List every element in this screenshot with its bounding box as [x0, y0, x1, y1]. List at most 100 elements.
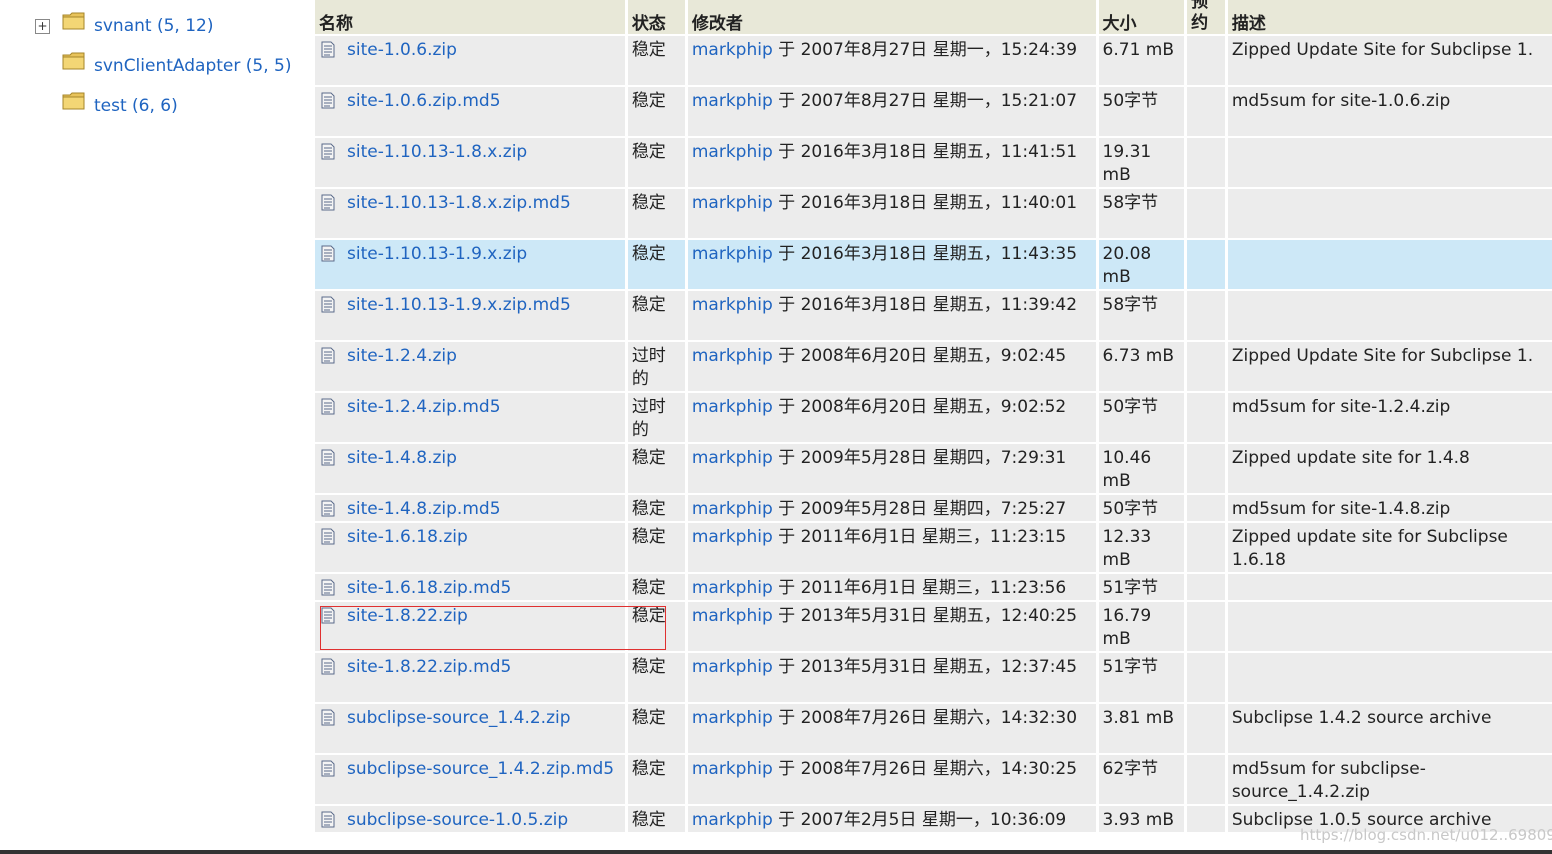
table-row[interactable]: subclipse-source_1.4.2.zip.md5 稳定 markphip…: [315, 755, 1552, 804]
file-link[interactable]: site-1.4.8.zip.md5: [347, 499, 501, 519]
table-row[interactable]: site-1.0.6.zip.md5 稳定 markphip 于 2007年8月27…: [315, 87, 1552, 136]
file-link[interactable]: site-1.10.13-1.8.x.zip: [347, 142, 527, 162]
author-link[interactable]: markphip: [692, 708, 773, 728]
modified-date: 于 2016年3月18日 星期五，11:43:35: [772, 244, 1078, 264]
header-status[interactable]: 状态: [627, 0, 685, 34]
table-row[interactable]: site-1.10.13-1.8.x.zip.md5 稳定 markphip 于 2…: [315, 189, 1552, 238]
author-link[interactable]: markphip: [692, 193, 773, 213]
header-modified-by[interactable]: 修改者: [687, 0, 1096, 34]
table-row[interactable]: subclipse-source_1.4.2.zip 稳定 markphip 于 2…: [315, 704, 1552, 753]
cell-description: [1227, 291, 1552, 340]
file-link[interactable]: site-1.6.18.zip: [347, 527, 468, 547]
cell-description: md5sum for subclipse-source_1.4.2.zip: [1227, 755, 1552, 804]
cell-status: 稳定: [627, 602, 685, 651]
file-link[interactable]: site-1.0.6.zip.md5: [347, 91, 501, 111]
cell-description: [1227, 138, 1552, 187]
file-link[interactable]: site-1.2.4.zip.md5: [347, 397, 501, 417]
tree-item-label[interactable]: svnant (5, 12): [94, 16, 213, 36]
author-link[interactable]: markphip: [692, 244, 773, 264]
file-link[interactable]: site-1.6.18.zip.md5: [347, 578, 511, 598]
cell-description: md5sum for site-1.0.6.zip: [1227, 87, 1552, 136]
author-link[interactable]: markphip: [692, 657, 773, 677]
table-row[interactable]: site-1.8.22.zip.md5 稳定 markphip 于 2013年5月3…: [315, 653, 1552, 702]
cell-reserved: [1187, 189, 1225, 238]
cell-modified: markphip 于 2016年3月18日 星期五，11:39:42: [687, 291, 1096, 340]
header-name[interactable]: 名称: [315, 0, 625, 34]
table-row[interactable]: site-1.2.4.zip.md5 过时的 markphip 于 2008年6月2…: [315, 393, 1552, 442]
author-link[interactable]: markphip: [692, 448, 773, 468]
file-link[interactable]: site-1.8.22.zip.md5: [347, 657, 511, 677]
author-link[interactable]: markphip: [692, 499, 773, 519]
cell-size: 20.08 mB: [1098, 240, 1185, 289]
cell-modified: markphip 于 2009年5月28日 星期四，7:25:27: [687, 495, 1096, 521]
table-row[interactable]: site-1.10.13-1.9.x.zip.md5 稳定 markphip 于 2…: [315, 291, 1552, 340]
table-row[interactable]: site-1.4.8.zip.md5 稳定 markphip 于 2009年5月28…: [315, 495, 1552, 521]
author-link[interactable]: markphip: [692, 527, 773, 547]
cell-size: 6.71 mB: [1098, 36, 1185, 85]
file-link[interactable]: site-1.0.6.zip: [347, 40, 457, 60]
modified-date: 于 2008年6月20日 星期五，9:02:52: [772, 397, 1067, 417]
cell-description: [1227, 602, 1552, 651]
author-link[interactable]: markphip: [692, 578, 773, 598]
author-link[interactable]: markphip: [692, 397, 773, 417]
author-link[interactable]: markphip: [692, 606, 773, 626]
file-icon: [321, 347, 335, 364]
author-link[interactable]: markphip: [692, 759, 773, 779]
header-size[interactable]: 大小: [1098, 0, 1185, 34]
author-link[interactable]: markphip: [692, 142, 773, 162]
cell-size: 58字节: [1098, 189, 1185, 238]
author-link[interactable]: markphip: [692, 40, 773, 60]
file-link[interactable]: site-1.10.13-1.9.x.zip.md5: [347, 295, 571, 315]
modified-date: 于 2008年6月20日 星期五，9:02:45: [772, 346, 1067, 366]
window-bottom-border: [0, 850, 1552, 854]
table-row[interactable]: site-1.10.13-1.9.x.zip 稳定 markphip 于 2016年…: [315, 240, 1552, 289]
tree-item-label[interactable]: svnClientAdapter (5, 5): [94, 56, 291, 76]
watermark: https://blog.csdn.net/u012..69809: [1300, 826, 1552, 844]
cell-reserved: [1187, 574, 1225, 600]
author-link[interactable]: markphip: [692, 810, 773, 830]
cell-reserved: [1187, 653, 1225, 702]
author-link[interactable]: markphip: [692, 91, 773, 111]
table-row[interactable]: site-1.8.22.zip 稳定 markphip 于 2013年5月31日 星…: [315, 602, 1552, 651]
file-icon: [321, 245, 335, 262]
cell-modified: markphip 于 2013年5月31日 星期五，12:37:45: [687, 653, 1096, 702]
table-row[interactable]: site-1.2.4.zip 过时的 markphip 于 2008年6月20日 星…: [315, 342, 1552, 391]
modified-date: 于 2007年8月27日 星期一，15:21:07: [772, 91, 1078, 111]
cell-size: 62字节: [1098, 755, 1185, 804]
header-description[interactable]: 描述: [1227, 0, 1552, 34]
table-row[interactable]: site-1.6.18.zip 稳定 markphip 于 2011年6月1日 星期…: [315, 523, 1552, 572]
cell-status: 稳定: [627, 240, 685, 289]
file-icon: [321, 811, 335, 828]
cell-size: 10.46 mB: [1098, 444, 1185, 493]
table-row[interactable]: site-1.4.8.zip 稳定 markphip 于 2009年5月28日 星期…: [315, 444, 1552, 493]
cell-description: [1227, 653, 1552, 702]
cell-name: site-1.10.13-1.8.x.zip: [315, 138, 625, 187]
file-link[interactable]: subclipse-source_1.4.2.zip.md5: [347, 759, 614, 779]
table-row[interactable]: site-1.10.13-1.8.x.zip 稳定 markphip 于 2016年…: [315, 138, 1552, 187]
author-link[interactable]: markphip: [692, 346, 773, 366]
cell-reserved: [1187, 393, 1225, 442]
file-link[interactable]: site-1.10.13-1.9.x.zip: [347, 244, 527, 264]
cell-name: site-1.4.8.zip.md5: [315, 495, 625, 521]
header-reserved[interactable]: 预约: [1187, 0, 1225, 34]
file-link[interactable]: site-1.4.8.zip: [347, 448, 457, 468]
file-link[interactable]: subclipse-source_1.4.2.zip: [347, 708, 571, 728]
file-link[interactable]: site-1.10.13-1.8.x.zip.md5: [347, 193, 571, 213]
cell-size: 51字节: [1098, 574, 1185, 600]
table-body: site-1.0.6.zip 稳定 markphip 于 2007年8月27日 星期…: [315, 36, 1552, 832]
cell-description: Zipped update site for 1.4.8: [1227, 444, 1552, 493]
cell-status: 稳定: [627, 189, 685, 238]
expand-icon[interactable]: +: [35, 18, 50, 34]
file-link[interactable]: site-1.2.4.zip: [347, 346, 457, 366]
cell-status: 稳定: [627, 806, 685, 832]
table-row[interactable]: site-1.6.18.zip.md5 稳定 markphip 于 2011年6月1…: [315, 574, 1552, 600]
cell-size: 3.93 mB: [1098, 806, 1185, 832]
author-link[interactable]: markphip: [692, 295, 773, 315]
table-row[interactable]: site-1.0.6.zip 稳定 markphip 于 2007年8月27日 星期…: [315, 36, 1552, 85]
cell-status: 过时的: [627, 393, 685, 442]
file-link[interactable]: site-1.8.22.zip: [347, 606, 468, 626]
tree-item-label[interactable]: test (6, 6): [94, 96, 178, 116]
file-link[interactable]: subclipse-source-1.0.5.zip: [347, 810, 568, 830]
table-header-row: 名称 状态 修改者 大小 预约 描述: [315, 0, 1552, 34]
file-icon: [321, 92, 335, 109]
